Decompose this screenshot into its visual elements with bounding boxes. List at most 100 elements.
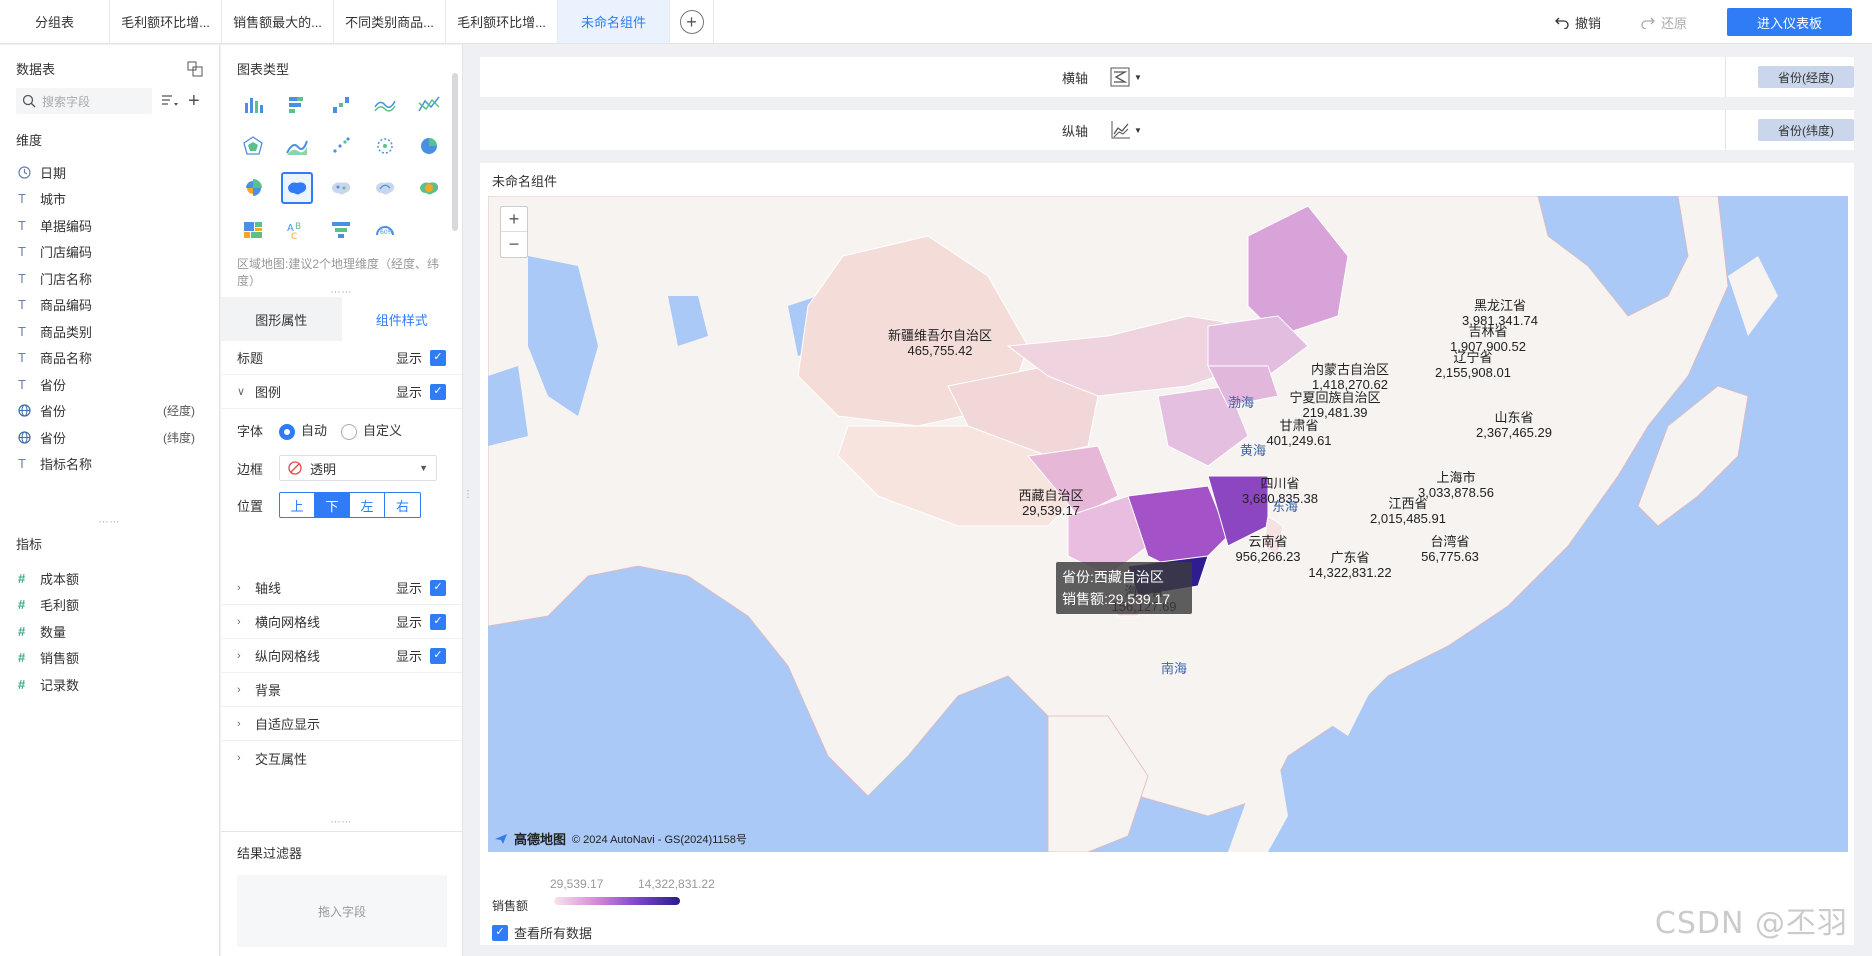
search-field-input[interactable]: 搜索字段	[16, 88, 152, 114]
chevron-down-icon[interactable]: ∨	[237, 385, 255, 398]
tab-category[interactable]: 不同类别商品...	[334, 0, 446, 43]
view-all-checkbox[interactable]: ✓	[492, 924, 508, 941]
position-top[interactable]: 上	[280, 493, 315, 517]
tab-label: 未命名组件	[580, 15, 646, 30]
border-select[interactable]: 透明 ▼	[279, 455, 437, 481]
chevron-right-icon[interactable]: ›	[237, 616, 255, 628]
tab-group-table[interactable]: 分组表	[0, 0, 110, 43]
position-left[interactable]: 左	[350, 493, 385, 517]
tab-gross-profit-1[interactable]: 毛利额环比增...	[110, 0, 222, 43]
axis-line-checkbox[interactable]: ✓	[430, 579, 446, 596]
tab-shape-properties[interactable]: 图形属性	[221, 297, 342, 341]
radar-chart-icon[interactable]	[237, 130, 269, 162]
province-name: 广东省	[1330, 550, 1370, 565]
undo-icon	[1555, 17, 1569, 29]
waterfall-icon[interactable]	[325, 88, 357, 120]
globe-icon	[18, 431, 40, 444]
position-right[interactable]: 右	[385, 493, 420, 517]
interaction-setting[interactable]: › 交互属性	[221, 741, 462, 775]
v-grid-label: 纵向网格线	[255, 649, 321, 664]
dimension-field[interactable]: T 门店名称	[0, 265, 219, 292]
scatter-chart-icon[interactable]	[325, 130, 357, 162]
dimension-field[interactable]: T 商品编码	[0, 292, 219, 319]
dimension-field[interactable]: T 商品类别	[0, 318, 219, 345]
pie-chart-icon[interactable]	[413, 130, 445, 162]
line-chart-icon[interactable]	[369, 88, 401, 120]
background-setting[interactable]: › 背景	[221, 673, 462, 707]
area-map-icon[interactable]	[281, 172, 313, 204]
combo-chart-icon[interactable]	[413, 88, 445, 120]
panel-resize-handle[interactable]: ⋯⋯	[0, 517, 219, 528]
chart-type-scrollbar[interactable]	[452, 73, 458, 231]
field-name: 城市	[40, 192, 67, 208]
point-map-icon[interactable]	[325, 172, 357, 204]
province-name: 上海市	[1436, 470, 1476, 485]
legend-setting: ∨ 图例 显示 ✓	[221, 375, 462, 409]
legend-gradient-bar[interactable]	[554, 897, 680, 905]
tab-max-sales[interactable]: 销售额最大的...	[222, 0, 334, 43]
dimension-field[interactable]: T 指标名称	[0, 451, 219, 478]
font-custom-radio[interactable]: 自定义	[341, 420, 402, 440]
panel-splitter-handle[interactable]: ⋮	[463, 490, 473, 508]
measure-field[interactable]: # 成本额	[0, 565, 219, 592]
gauge-chart-icon[interactable]: 60%	[369, 214, 401, 246]
dimension-field[interactable]: T 省份	[0, 371, 219, 398]
add-field-icon[interactable]: +	[188, 91, 200, 111]
font-auto-radio[interactable]: 自动	[279, 420, 327, 440]
measure-field[interactable]: # 毛利额	[0, 592, 219, 619]
dimension-field[interactable]: 日期	[0, 159, 219, 186]
tab-unnamed-component[interactable]: 未命名组件	[558, 0, 670, 43]
measure-field[interactable]: # 记录数	[0, 671, 219, 698]
bar-chart-icon[interactable]	[237, 88, 269, 120]
legend-show-checkbox[interactable]: ✓	[430, 383, 446, 400]
view-all-data[interactable]: ✓ 查看所有数据	[492, 923, 592, 942]
x-axis-type-dropdown[interactable]: ▼	[1110, 67, 1142, 87]
x-axis-field-pill[interactable]: 省份(经度)	[1758, 66, 1854, 88]
tooltip-sales: 销售额:29,539.17	[1062, 591, 1171, 607]
undo-button[interactable]: 撤销	[1555, 13, 1601, 32]
dimension-field[interactable]: T 门店编码	[0, 239, 219, 266]
h-grid-checkbox[interactable]: ✓	[430, 613, 446, 630]
tab-component-style[interactable]: 组件样式	[341, 297, 462, 341]
chevron-right-icon[interactable]: ›	[237, 582, 255, 594]
y-axis-type-dropdown[interactable]: ▼	[1110, 120, 1142, 140]
dimension-field[interactable]: T 单据编码	[0, 212, 219, 239]
treemap-icon[interactable]	[237, 214, 269, 246]
dimension-field[interactable]: 省份 (经度)	[0, 398, 219, 425]
dimension-field[interactable]: T 城市	[0, 186, 219, 213]
adaptive-setting[interactable]: › 自适应显示	[221, 707, 462, 741]
legend-min: 29,539.17	[550, 877, 604, 891]
measure-field[interactable]: # 销售额	[0, 645, 219, 672]
zoom-out-button[interactable]: −	[501, 232, 527, 257]
y-axis-field-pill[interactable]: 省份(纬度)	[1758, 119, 1854, 141]
tab-gross-profit-2[interactable]: 毛利额环比增...	[446, 0, 558, 43]
region-map[interactable]: + − 新疆维吾尔自治区 465,755.42 黑龙江省 3,981,341.74 吉林…	[488, 196, 1848, 852]
zoom-in-button[interactable]: +	[501, 207, 527, 232]
chevron-right-icon: ›	[237, 752, 241, 764]
h-grid-setting: › 横向网格线 显示 ✓	[221, 605, 462, 639]
heat-map-icon[interactable]	[413, 172, 445, 204]
switch-table-icon[interactable]	[187, 61, 203, 77]
bubble-chart-icon[interactable]	[369, 130, 401, 162]
title-show-checkbox[interactable]: ✓	[430, 349, 446, 366]
filter-drop-zone[interactable]: 拖入字段	[237, 875, 447, 947]
filter-resize-handle[interactable]: ⋯⋯	[221, 817, 462, 828]
add-tab-button[interactable]: +	[670, 0, 714, 43]
flow-map-icon[interactable]	[369, 172, 401, 204]
funnel-chart-icon[interactable]	[325, 214, 357, 246]
v-grid-checkbox[interactable]: ✓	[430, 647, 446, 664]
dimension-field[interactable]: 省份 (纬度)	[0, 424, 219, 451]
province-name: 山东省	[1494, 410, 1534, 425]
position-bottom[interactable]: 下	[315, 493, 350, 517]
sort-filter-icon[interactable]	[160, 93, 180, 109]
dimension-field[interactable]: T 商品名称	[0, 345, 219, 372]
chevron-right-icon[interactable]: ›	[237, 650, 255, 662]
stacked-bar-icon[interactable]	[281, 88, 313, 120]
enter-dashboard-button[interactable]: 进入仪表板	[1727, 8, 1852, 36]
area-chart-icon[interactable]	[281, 130, 313, 162]
redo-button[interactable]: 还原	[1641, 13, 1687, 32]
province-name: 黑龙江省	[1473, 298, 1526, 313]
measure-field[interactable]: # 数量	[0, 618, 219, 645]
rose-chart-icon[interactable]	[237, 172, 269, 204]
word-cloud-icon[interactable]: ABC	[281, 214, 313, 246]
